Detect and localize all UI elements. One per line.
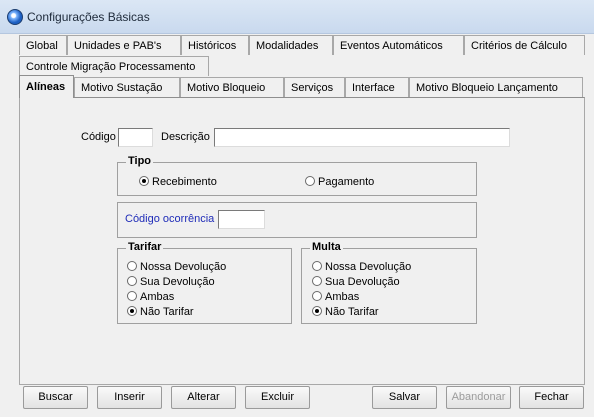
tab-motivo-bloqueio[interactable]: Motivo Bloqueio	[180, 77, 284, 97]
tab-criterios-calculo[interactable]: Critérios de Cálculo	[464, 35, 585, 55]
excluir-button[interactable]: Excluir	[245, 386, 310, 409]
multa-nao-tarifar-radio[interactable]: Não Tarifar	[312, 306, 379, 320]
tab-alineas[interactable]: Alíneas	[19, 75, 74, 98]
radio-unselected-icon	[312, 276, 322, 286]
tarifar-ambas-label: Ambas	[140, 291, 175, 303]
tarifar-nao-tarifar-radio[interactable]: Não Tarifar	[127, 306, 194, 320]
radio-selected-icon	[312, 306, 322, 316]
radio-unselected-icon	[127, 291, 137, 301]
tab-modalidades[interactable]: Modalidades	[249, 35, 333, 55]
tipo-group-title: Tipo	[126, 155, 154, 167]
tipo-pagamento-label: Pagamento	[318, 176, 375, 188]
radio-unselected-icon	[312, 291, 322, 301]
alterar-button[interactable]: Alterar	[171, 386, 236, 409]
radio-selected-icon	[139, 176, 149, 186]
buscar-button[interactable]: Buscar	[23, 386, 88, 409]
radio-selected-icon	[127, 306, 137, 316]
radio-unselected-icon	[127, 276, 137, 286]
tab-historicos[interactable]: Históricos	[181, 35, 249, 55]
tab-interface[interactable]: Interface	[345, 77, 409, 97]
tab-eventos-automaticos[interactable]: Eventos Automáticos	[333, 35, 464, 55]
multa-sua-devolucao-label: Sua Devolução	[325, 276, 400, 288]
abandonar-button[interactable]: Abandonar	[446, 386, 511, 409]
tab-global[interactable]: Global	[19, 35, 67, 55]
descricao-label: Descrição	[161, 131, 210, 143]
multa-ambas-label: Ambas	[325, 291, 360, 303]
title-bar[interactable]: Configurações Básicas	[0, 0, 594, 34]
tipo-pagamento-radio[interactable]: Pagamento	[305, 176, 374, 190]
tab-motivo-bloqueio-lancamento[interactable]: Motivo Bloqueio Lançamento	[409, 77, 583, 97]
multa-sua-devolucao-radio[interactable]: Sua Devolução	[312, 276, 400, 290]
multa-nossa-devolucao-label: Nossa Devolução	[325, 261, 412, 273]
tipo-recebimento-radio[interactable]: Recebimento	[139, 176, 217, 190]
multa-nao-tarifar-label: Não Tarifar	[325, 306, 379, 318]
fechar-button[interactable]: Fechar	[519, 386, 584, 409]
tab-motivo-sustacao[interactable]: Motivo Sustação	[74, 77, 180, 97]
radio-unselected-icon	[127, 261, 137, 271]
codigo-ocorrencia-label: Código ocorrência	[125, 213, 215, 225]
descricao-input[interactable]	[214, 128, 510, 147]
multa-nossa-devolucao-radio[interactable]: Nossa Devolução	[312, 261, 411, 275]
radio-unselected-icon	[312, 261, 322, 271]
tarifar-sua-devolucao-label: Sua Devolução	[140, 276, 215, 288]
codigo-ocorrencia-input[interactable]	[218, 210, 265, 229]
codigo-input[interactable]	[118, 128, 153, 147]
tarifar-group-title: Tarifar	[126, 241, 164, 253]
tarifar-nossa-devolucao-label: Nossa Devolução	[140, 261, 227, 273]
tipo-recebimento-label: Recebimento	[152, 176, 217, 188]
tab-unidades-pabs[interactable]: Unidades e PAB's	[67, 35, 181, 55]
multa-ambas-radio[interactable]: Ambas	[312, 291, 359, 305]
tarifar-nao-tarifar-label: Não Tarifar	[140, 306, 194, 318]
radio-unselected-icon	[305, 176, 315, 186]
window-title: Configurações Básicas	[27, 10, 150, 24]
tab-servicos[interactable]: Serviços	[284, 77, 345, 97]
tab-controle-migracao[interactable]: Controle Migração Processamento	[19, 56, 209, 76]
salvar-button[interactable]: Salvar	[372, 386, 437, 409]
codigo-label: Código	[81, 131, 116, 143]
tarifar-sua-devolucao-radio[interactable]: Sua Devolução	[127, 276, 215, 290]
multa-group-title: Multa	[310, 241, 343, 253]
tarifar-nossa-devolucao-radio[interactable]: Nossa Devolução	[127, 261, 226, 275]
app-icon	[7, 9, 23, 25]
inserir-button[interactable]: Inserir	[97, 386, 162, 409]
tarifar-ambas-radio[interactable]: Ambas	[127, 291, 174, 305]
